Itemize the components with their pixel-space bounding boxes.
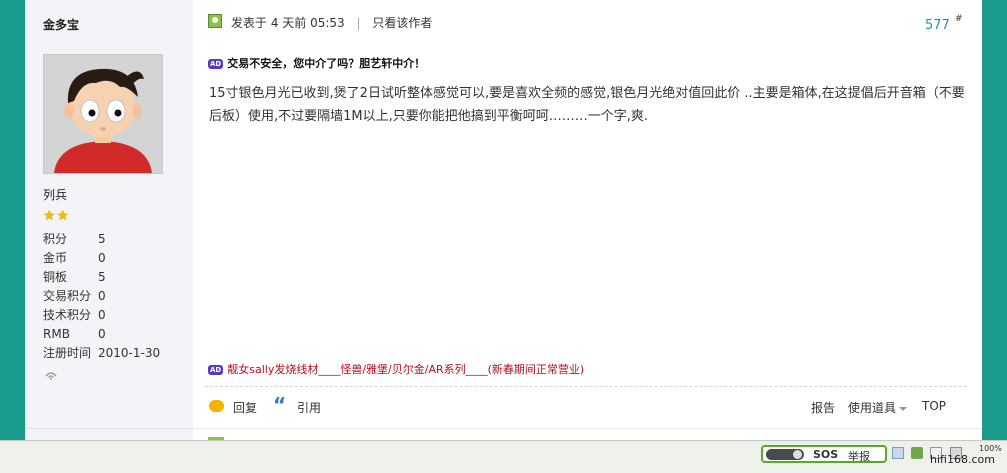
stat-label: RMB [43,327,70,341]
signal-icon [45,372,57,380]
chevron-down-icon [899,406,908,411]
stat-row: 积分 5 [43,230,160,249]
ad-badge-icon: AD [208,365,224,375]
post-content: 发表于 4 天前 05:53 | 只看该作者 577 # AD 交易不安全，您中介… [193,0,982,428]
floor-hash: # [955,14,963,24]
tools-label: 使用道具 [848,401,897,415]
stat-row: 金币 0 [43,249,160,268]
toggle-switch-icon[interactable] [766,449,804,460]
stat-label: 交易积分 [43,289,92,303]
stat-value: 0 [98,251,106,265]
stat-label: 注册时间 [43,346,92,360]
stat-label: 积分 [43,232,68,246]
tools-menu[interactable]: 使用道具 [848,399,908,416]
author-name[interactable]: 金多宝 [43,16,79,33]
page-frame-right [982,0,1007,440]
reply-button[interactable]: 回复 [233,399,257,416]
site-watermark: hifi168.com [930,453,995,466]
posted-time: 4 天前 05:53 [270,16,345,30]
ad-link-bottom-text: 靓女sally发烧线材____怪兽/雅堡/贝尔金/AR系列____(新春期间正常… [227,363,585,376]
report-link[interactable]: 报告 [811,399,835,416]
avatar[interactable] [43,54,163,174]
stat-value: 0 [98,289,106,303]
stat-row: 注册时间 2010-1-30 [43,344,160,363]
ad-link-top[interactable]: AD 交易不安全，您中介了吗？胆艺轩中介！ [208,55,425,71]
stat-label: 金币 [43,251,68,265]
ad-link-bottom[interactable]: AD 靓女sally发烧线材____怪兽/雅堡/贝尔金/AR系列____(新春期间… [208,361,584,377]
stat-row: 技术积分 0 [43,306,160,325]
zoom-level: 100% [979,444,1002,453]
stat-value: 0 [98,308,106,322]
author-sidebar: 金多宝 列兵 ★★ 积分 5 金币 0 铜板 5 交易积分 0 技术积分 0 RMB 0 注… [25,0,193,428]
stat-row: 交易积分 0 [43,287,160,306]
quote-button[interactable]: 引用 [297,399,321,416]
quote-icon[interactable]: “ [273,395,286,415]
rank-stars-icon: ★★ [43,208,71,224]
post-status-icon [208,14,222,28]
window-tray-icon[interactable] [892,447,904,459]
ad-badge-icon: AD [208,59,224,69]
stat-value: 0 [98,327,106,341]
stat-value: 5 [98,270,106,284]
author-rank: 列兵 [43,188,68,202]
stat-value: 2010-1-30 [98,346,161,360]
header-separator: | [356,16,361,30]
ad-link-top-text: 交易不安全，您中介了吗？胆艺轩中介！ [227,57,426,70]
sos-label: SOS [813,448,839,461]
stat-label: 技术积分 [43,308,92,322]
avatar-cartoon-boy-icon [54,68,152,173]
stat-row: RMB 0 [43,325,160,344]
stat-label: 铜板 [43,270,68,284]
stat-row: 铜板 5 [43,268,160,287]
network-tray-icon[interactable] [911,447,923,459]
author-only-link[interactable]: 只看该作者 [372,16,432,30]
stat-value: 5 [98,232,106,246]
post-body: 15寸银色月光已收到,煲了2日试听整体感觉可以,要是喜欢全频的感觉,银色月光绝对… [209,86,965,124]
sos-report-widget[interactable]: SOS 举报 [761,445,887,463]
online-status-icon [44,368,58,383]
posted-label: 发表于 [231,16,268,30]
reply-icon[interactable] [209,400,224,412]
report-button[interactable]: 举报 [848,448,870,464]
author-stats: 积分 5 金币 0 铜板 5 交易积分 0 技术积分 0 RMB 0 注册时间 2010-1-… [43,230,160,363]
taskbar: SOS 举报 hifi168.com 100% [0,440,1007,473]
post-header: 发表于 4 天前 05:53 | 只看该作者 [231,14,432,31]
floor-number[interactable]: 577 [925,18,950,33]
page-frame-left [0,0,25,440]
top-link[interactable]: TOP [922,399,946,413]
divider [205,386,967,387]
